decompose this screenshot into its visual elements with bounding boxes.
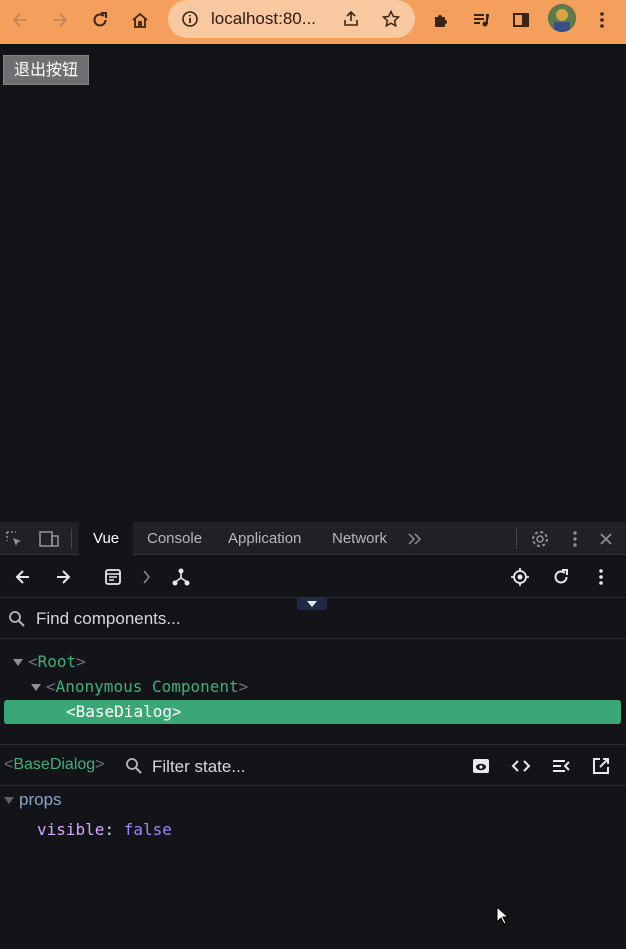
home-icon[interactable]	[126, 6, 154, 34]
open-in-editor-icon[interactable]	[590, 755, 612, 777]
app-selector-icon[interactable]	[102, 566, 124, 588]
scroll-to-component-icon[interactable]	[550, 755, 572, 777]
tab-divider	[516, 529, 517, 549]
tab-network[interactable]: Network	[332, 522, 387, 555]
tree-item-anonymous-component[interactable]: <Anonymous Component>	[0, 675, 248, 699]
media-control-icon[interactable]	[467, 6, 495, 34]
site-info-icon[interactable]	[180, 9, 200, 29]
prop-value[interactable]: false	[124, 820, 172, 839]
inspect-dom-icon[interactable]	[470, 755, 492, 777]
search-input[interactable]: Find components...	[36, 609, 181, 629]
component-tree: <Root> <Anonymous Component> <BaseDialog…	[0, 640, 626, 745]
share-icon[interactable]	[340, 8, 362, 30]
prop-row[interactable]: visible: false	[37, 820, 172, 839]
prop-key: visible	[37, 820, 105, 839]
props-section-header[interactable]: props	[4, 790, 62, 810]
tree-item-label: Root	[37, 652, 77, 671]
vue-devtools-toolbar	[0, 556, 626, 610]
close-devtools-icon[interactable]	[596, 529, 616, 549]
tab-console[interactable]: Console	[147, 522, 202, 555]
tree-item-label: BaseDialog	[75, 702, 172, 721]
select-component-icon[interactable]	[509, 566, 531, 588]
more-options-icon[interactable]	[590, 566, 612, 588]
caret-down-icon[interactable]	[13, 659, 23, 666]
inspected-component-name: <BaseDialog>	[4, 756, 105, 773]
device-toolbar-icon[interactable]	[37, 529, 61, 549]
tree-item-root[interactable]: <Root>	[0, 650, 86, 674]
forward-icon[interactable]	[46, 6, 74, 34]
filter-state-input[interactable]: Filter state...	[152, 757, 246, 777]
side-panel-icon[interactable]	[507, 6, 535, 34]
devtools-tab-bar: Vue Console Application Network	[0, 522, 626, 555]
exit-button[interactable]: 退出按钮	[3, 55, 89, 85]
tree-item-label: Anonymous Component	[55, 677, 239, 696]
back-arrow-icon[interactable]	[12, 566, 34, 588]
component-tree-icon[interactable]	[170, 566, 192, 588]
find-components-bar[interactable]: Find components...	[0, 598, 626, 639]
reload-icon[interactable]	[86, 6, 114, 34]
extensions-icon[interactable]	[427, 6, 455, 34]
tab-vue[interactable]: Vue	[79, 522, 134, 555]
bookmark-star-icon[interactable]	[380, 8, 402, 30]
forward-arrow-icon[interactable]	[52, 566, 74, 588]
browser-toolbar: localhost:80...	[0, 0, 626, 44]
caret-down-icon[interactable]	[4, 797, 14, 805]
search-icon	[7, 609, 27, 629]
profile-avatar[interactable]	[548, 4, 576, 32]
mouse-cursor-icon	[495, 905, 511, 927]
address-bar[interactable]: localhost:80...	[168, 0, 415, 38]
search-icon	[124, 756, 144, 776]
tab-divider	[71, 529, 72, 549]
code-icon[interactable]	[510, 755, 532, 777]
devtools-panel: Vue Console Application Network Find com…	[0, 522, 626, 949]
chevron-right-icon	[140, 566, 154, 588]
element-picker-icon[interactable]	[3, 529, 25, 549]
url-text[interactable]: localhost:80...	[211, 9, 316, 29]
more-tabs-icon[interactable]	[405, 529, 425, 549]
inspector-header: <BaseDialog> Filter state...	[0, 746, 626, 786]
back-icon[interactable]	[6, 6, 34, 34]
tab-application[interactable]: Application	[228, 522, 301, 555]
tree-item-basedialog[interactable]: <BaseDialog>	[4, 700, 621, 724]
caret-down-icon[interactable]	[31, 684, 41, 691]
page-viewport: 退出按钮	[0, 44, 626, 522]
browser-menu-icon[interactable]	[588, 6, 616, 34]
devtools-menu-icon[interactable]	[566, 529, 584, 549]
settings-gear-icon[interactable]	[529, 528, 551, 550]
refresh-icon[interactable]	[550, 566, 572, 588]
